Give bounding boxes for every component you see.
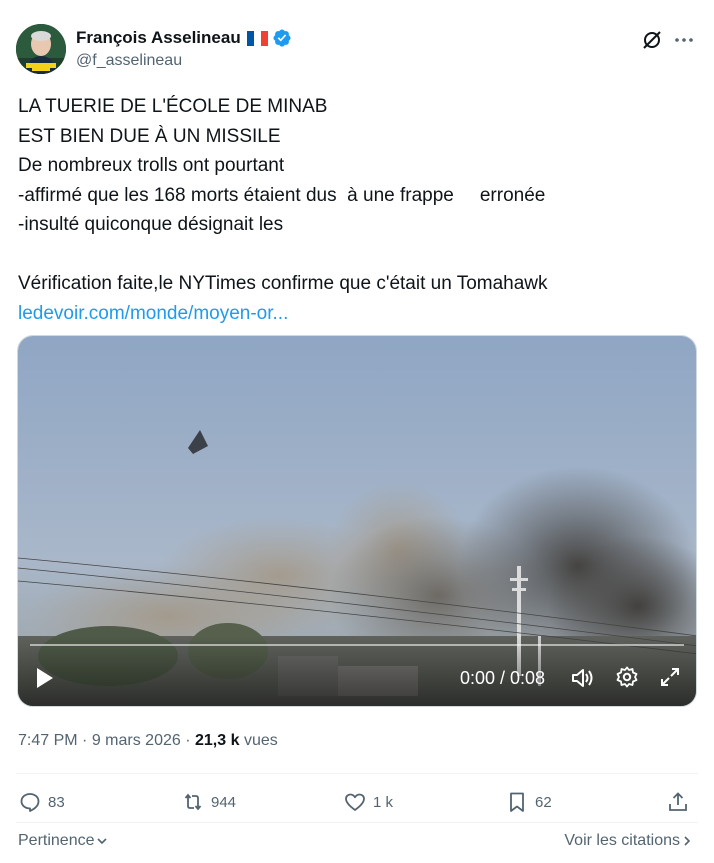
reply-icon (20, 793, 40, 812)
article-link[interactable]: ledevoir.com/monde/moyen-or... (18, 299, 288, 329)
author-handle[interactable]: @f_asselineau (76, 52, 292, 70)
bookmark-icon (510, 792, 524, 812)
author-names: François Asselineau @f_asselineau (76, 26, 292, 70)
tweet-line: EST BIEN DUE À UN MISSILE (18, 122, 678, 152)
tweet-time[interactable]: 7:47 PM (18, 732, 78, 749)
video-controls: 0:00 / 0:08 (18, 650, 696, 706)
sort-dropdown[interactable]: Pertinence (18, 832, 109, 850)
us-flag-icon (549, 276, 573, 292)
fullscreen-icon[interactable] (658, 665, 682, 689)
tweet-line: Vérification faite,le NYTimes confirme q… (18, 269, 678, 299)
grok-icon[interactable] (640, 28, 664, 52)
video-progress-bar[interactable] (30, 644, 684, 646)
tweet-meta: 7:47 PM · 9 mars 2026 · 21,3 k vues (18, 732, 278, 749)
author-display-name[interactable]: François Asselineau (76, 28, 241, 48)
tweet-line: -insulté quiconque désignait les (18, 210, 678, 240)
us-flag-icon (282, 128, 306, 144)
views-label: vues (243, 732, 278, 749)
israel-flag-icon (310, 217, 334, 233)
repost-icon (184, 793, 202, 811)
chevron-right-icon (684, 836, 691, 846)
tweet-header: François Asselineau @f_asselineau (16, 24, 698, 74)
us-flag-icon (284, 217, 308, 233)
video-time: 0:00 / 0:08 (460, 668, 546, 688)
reply-button[interactable]: 83 (18, 790, 65, 814)
tweet-line: De nombreux trolls ont pourtant (18, 155, 285, 176)
tweet-line: -affirmé que les 168 morts étaient dus à… (18, 181, 678, 211)
tweet-text: LA TUERIE DE L'ÉCOLE DE MINAB EST BIEN D… (18, 92, 678, 328)
tweet-line: LA TUERIE DE L'ÉCOLE DE MINAB (18, 92, 678, 122)
chevron-down-icon (96, 838, 107, 845)
like-button[interactable]: 1 k (343, 790, 393, 814)
avatar[interactable] (16, 24, 66, 74)
divider (16, 822, 698, 823)
more-options-icon[interactable] (672, 28, 696, 52)
tweet-line: ledevoir.com/monde/moyen-or... (18, 299, 678, 329)
volume-icon[interactable] (570, 666, 596, 690)
france-flag-icon (246, 30, 268, 46)
divider (16, 773, 698, 774)
iran-flag-icon (328, 99, 352, 115)
views-count: 21,3 k (195, 732, 240, 749)
tweet-date[interactable]: 9 mars 2026 (92, 732, 181, 749)
share-button[interactable] (666, 790, 696, 814)
heart-icon (345, 793, 365, 811)
share-icon (669, 792, 687, 811)
bookmark-button[interactable]: 62 (505, 790, 552, 814)
iran-flag-icon (455, 187, 479, 203)
view-quotes-link[interactable]: Voir les citations (564, 832, 694, 850)
action-bar: 83 944 1 k 62 (18, 790, 698, 820)
verified-badge-icon[interactable] (272, 28, 292, 48)
play-icon[interactable] (34, 666, 56, 690)
repost-button[interactable]: 944 (181, 790, 236, 814)
video-player[interactable]: 0:00 / 0:08 (17, 335, 697, 707)
settings-gear-icon[interactable] (615, 665, 639, 689)
